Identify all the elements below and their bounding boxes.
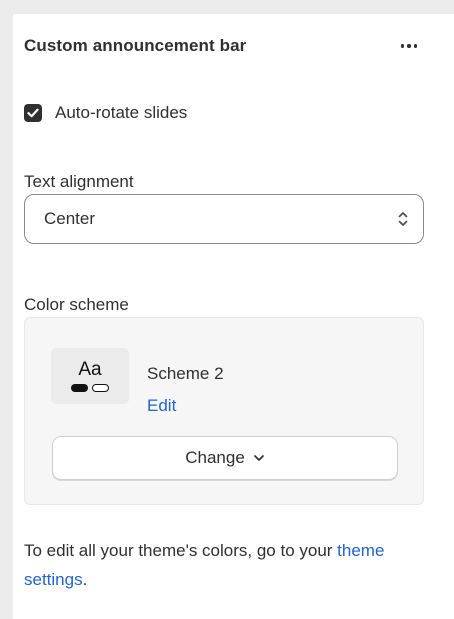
text-alignment-select[interactable]: Center (24, 194, 424, 244)
auto-rotate-checkbox-row[interactable]: Auto-rotate slides (24, 100, 187, 126)
more-horizontal-icon-dot (407, 44, 411, 48)
help-text-after: . (82, 570, 88, 589)
scheme-name: Scheme 2 (147, 364, 224, 383)
help-text-before: To edit all your theme's colors, go to y… (24, 541, 338, 560)
secondary-button-swatch (92, 384, 109, 392)
change-scheme-label: Change (185, 448, 245, 467)
chevron-down-icon (253, 455, 264, 461)
more-actions-button[interactable] (394, 35, 424, 57)
change-scheme-button[interactable]: Change (52, 436, 398, 480)
color-scheme-card: Aa Scheme 2 Edit Change (24, 317, 424, 505)
more-horizontal-icon-dot (413, 44, 418, 48)
color-scheme-label: Color scheme (24, 295, 129, 314)
select-chevrons-icon (398, 212, 408, 226)
section-header: Custom announcement bar (24, 33, 424, 59)
section-title: Custom announcement bar (24, 36, 247, 55)
scheme-preview-swatch: Aa (51, 348, 129, 404)
theme-colors-help-text: To edit all your theme's colors, go to y… (24, 536, 424, 594)
text-alignment-value: Center (44, 209, 96, 228)
auto-rotate-label: Auto-rotate slides (55, 103, 188, 122)
auto-rotate-checkbox[interactable] (24, 104, 42, 122)
text-alignment-label: Text alignment (24, 172, 134, 191)
more-horizontal-icon (400, 44, 405, 48)
primary-button-swatch (71, 384, 88, 392)
checkmark-icon (27, 108, 39, 118)
scheme-preview-text: Aa (78, 359, 102, 380)
scheme-preview-pills (71, 384, 109, 392)
scheme-edit-link[interactable]: Edit (147, 396, 176, 416)
